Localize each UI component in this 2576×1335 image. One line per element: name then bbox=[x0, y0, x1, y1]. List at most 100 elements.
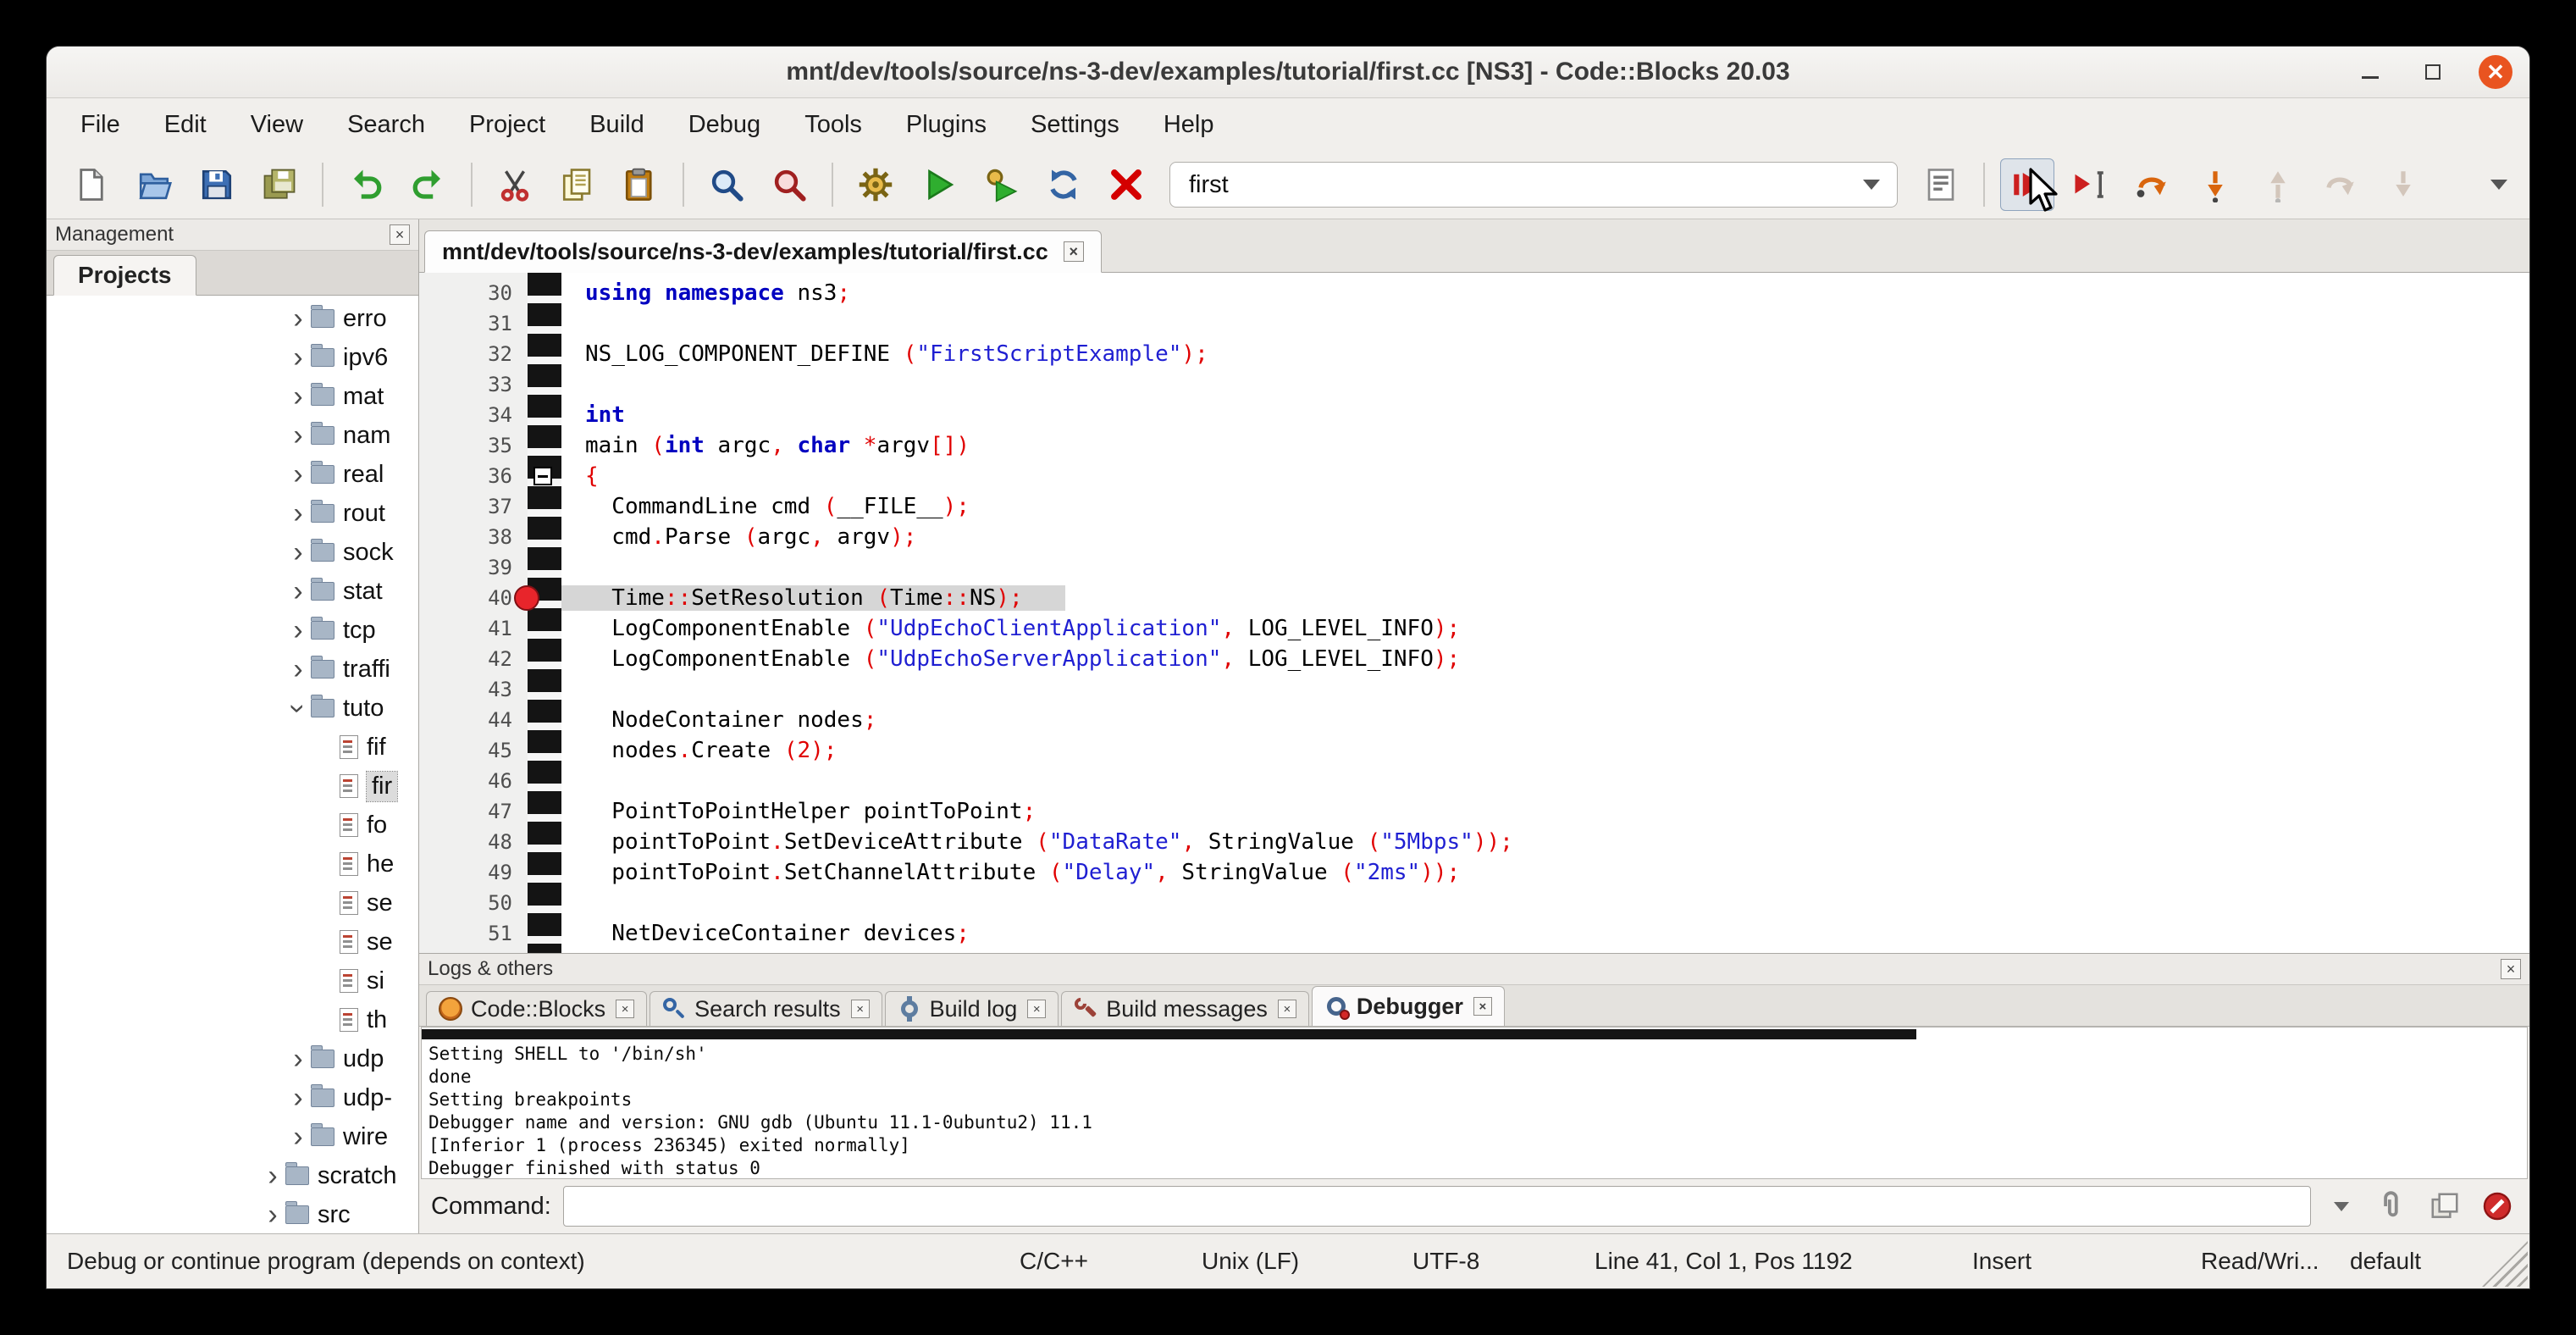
new-file-button[interactable] bbox=[64, 158, 119, 211]
tab-projects[interactable]: Projects bbox=[53, 255, 196, 296]
tree-item[interactable]: mat bbox=[47, 377, 418, 416]
line-marker-cell[interactable] bbox=[528, 613, 585, 644]
menu-item[interactable]: File bbox=[58, 98, 142, 151]
rebuild-button[interactable] bbox=[1036, 158, 1091, 211]
line-marker-cell[interactable] bbox=[528, 674, 585, 705]
logs-tab-close-button[interactable]: × bbox=[616, 1000, 634, 1018]
menu-item[interactable]: Tools bbox=[782, 98, 884, 151]
tree-item[interactable]: udp- bbox=[47, 1078, 418, 1117]
copy-button[interactable] bbox=[550, 158, 605, 211]
command-dropdown-button[interactable] bbox=[2323, 1186, 2360, 1227]
code-line[interactable]: 49 pointToPoint.SetChannelAttribute ("De… bbox=[419, 857, 2529, 888]
tree-item[interactable]: nam bbox=[47, 416, 418, 455]
menu-item[interactable]: Help bbox=[1142, 98, 1236, 151]
logs-tab[interactable]: Build messages × bbox=[1061, 991, 1309, 1026]
maximize-button[interactable] bbox=[2416, 55, 2450, 89]
code-line[interactable]: 43 bbox=[419, 674, 2529, 705]
line-marker-cell[interactable] bbox=[528, 583, 585, 613]
code-line[interactable]: 48 pointToPoint.SetDeviceAttribute ("Dat… bbox=[419, 827, 2529, 857]
code-line[interactable]: 44 NodeContainer nodes; bbox=[419, 705, 2529, 735]
tree-item[interactable]: src bbox=[47, 1195, 418, 1233]
line-marker-cell[interactable] bbox=[528, 705, 585, 735]
line-marker-cell[interactable] bbox=[528, 461, 585, 491]
line-marker-cell[interactable] bbox=[528, 430, 585, 461]
code-line[interactable]: 39 bbox=[419, 552, 2529, 583]
menu-item[interactable]: Project bbox=[447, 98, 567, 151]
menu-item[interactable]: Build bbox=[567, 98, 666, 151]
line-marker-cell[interactable] bbox=[528, 339, 585, 369]
replace-button[interactable] bbox=[762, 158, 816, 211]
code-line[interactable]: 40 Time::SetResolution (Time::NS); bbox=[419, 583, 2529, 613]
tree-expander-icon[interactable] bbox=[285, 575, 311, 608]
tree-item[interactable]: traffi bbox=[47, 650, 418, 689]
line-marker-cell[interactable] bbox=[528, 857, 585, 888]
editor-tab-close-button[interactable]: × bbox=[1064, 241, 1084, 262]
abort-button[interactable] bbox=[1099, 158, 1153, 211]
title-bar[interactable]: mnt/dev/tools/source/ns-3-dev/examples/t… bbox=[47, 47, 2529, 98]
logs-tab[interactable]: Debugger × bbox=[1312, 986, 1505, 1026]
line-marker-cell[interactable] bbox=[528, 888, 585, 918]
line-marker-cell[interactable] bbox=[528, 308, 585, 339]
tree-expander-icon[interactable] bbox=[285, 536, 311, 569]
next-instruction-button[interactable] bbox=[2313, 158, 2368, 211]
tree-expander-icon[interactable] bbox=[285, 497, 311, 530]
line-marker-cell[interactable] bbox=[528, 491, 585, 522]
tree-expander-icon[interactable] bbox=[285, 614, 311, 647]
line-marker-cell[interactable] bbox=[528, 369, 585, 400]
code-line[interactable]: 31 bbox=[419, 308, 2529, 339]
code-line[interactable]: 32 NS_LOG_COMPONENT_DEFINE ("FirstScript… bbox=[419, 339, 2529, 369]
code-line[interactable]: 30 using namespace ns3; bbox=[419, 278, 2529, 308]
toolbar-overflow-button[interactable] bbox=[2482, 180, 2516, 190]
tree-item[interactable]: tcp bbox=[47, 611, 418, 650]
tree-expander-icon[interactable] bbox=[285, 419, 311, 452]
code-line[interactable]: 47 PointToPointHelper pointToPoint; bbox=[419, 796, 2529, 827]
menu-item[interactable]: Debug bbox=[666, 98, 782, 151]
chevron-down-icon[interactable] bbox=[1863, 180, 1880, 190]
line-marker-cell[interactable] bbox=[528, 949, 585, 953]
tree-expander-icon[interactable] bbox=[285, 302, 311, 335]
paste-button[interactable] bbox=[613, 158, 667, 211]
line-marker-cell[interactable] bbox=[528, 644, 585, 674]
code-line[interactable]: 46 bbox=[419, 766, 2529, 796]
code-line[interactable]: 33 bbox=[419, 369, 2529, 400]
minimize-button[interactable] bbox=[2353, 55, 2387, 89]
cut-button[interactable] bbox=[488, 158, 542, 211]
run-button[interactable] bbox=[911, 158, 965, 211]
tree-expander-icon[interactable] bbox=[285, 380, 311, 413]
code-line[interactable]: 45 nodes.Create (2); bbox=[419, 735, 2529, 766]
line-marker-cell[interactable] bbox=[528, 522, 585, 552]
tree-item[interactable]: fir bbox=[47, 767, 418, 806]
tree-expander-icon[interactable] bbox=[260, 1199, 285, 1232]
tree-item[interactable]: si bbox=[47, 961, 418, 1000]
build-and-run-button[interactable] bbox=[974, 158, 1028, 211]
line-marker-cell[interactable] bbox=[528, 552, 585, 583]
tree-item[interactable]: rout bbox=[47, 494, 418, 533]
open-file-button[interactable] bbox=[127, 158, 181, 211]
logs-tab-close-button[interactable]: × bbox=[851, 1000, 870, 1018]
tree-item[interactable]: th bbox=[47, 1000, 418, 1039]
next-line-button[interactable] bbox=[2125, 158, 2180, 211]
tree-item[interactable]: fif bbox=[47, 728, 418, 767]
logs-tab-close-button[interactable]: × bbox=[1027, 1000, 1046, 1018]
logs-tab-close-button[interactable]: × bbox=[1278, 1000, 1296, 1018]
attach-button[interactable] bbox=[2372, 1186, 2413, 1227]
tree-item[interactable]: erro bbox=[47, 299, 418, 338]
close-button[interactable]: ✕ bbox=[2479, 55, 2512, 89]
tree-item[interactable]: se bbox=[47, 922, 418, 961]
code-line[interactable]: 42 LogComponentEnable ("UdpEchoServerApp… bbox=[419, 644, 2529, 674]
build-button[interactable] bbox=[849, 158, 903, 211]
undo-button[interactable] bbox=[339, 158, 393, 211]
code-line[interactable]: 41 LogComponentEnable ("UdpEchoClientApp… bbox=[419, 613, 2529, 644]
line-marker-cell[interactable] bbox=[528, 766, 585, 796]
search-options-button[interactable] bbox=[1914, 158, 1968, 211]
logs-tab[interactable]: Build log × bbox=[885, 991, 1059, 1026]
tree-item[interactable]: ipv6 bbox=[47, 338, 418, 377]
editor-tab-first-cc[interactable]: mnt/dev/tools/source/ns-3-dev/examples/t… bbox=[424, 230, 1102, 273]
copy-log-button[interactable] bbox=[2424, 1186, 2465, 1227]
tree-item[interactable]: wire bbox=[47, 1117, 418, 1156]
tree-expander-icon[interactable] bbox=[260, 1160, 285, 1193]
tree-expander-icon[interactable] bbox=[285, 458, 311, 491]
code-line[interactable]: 36 { bbox=[419, 461, 2529, 491]
resize-grip[interactable] bbox=[2482, 1241, 2528, 1287]
find-button[interactable] bbox=[699, 158, 754, 211]
